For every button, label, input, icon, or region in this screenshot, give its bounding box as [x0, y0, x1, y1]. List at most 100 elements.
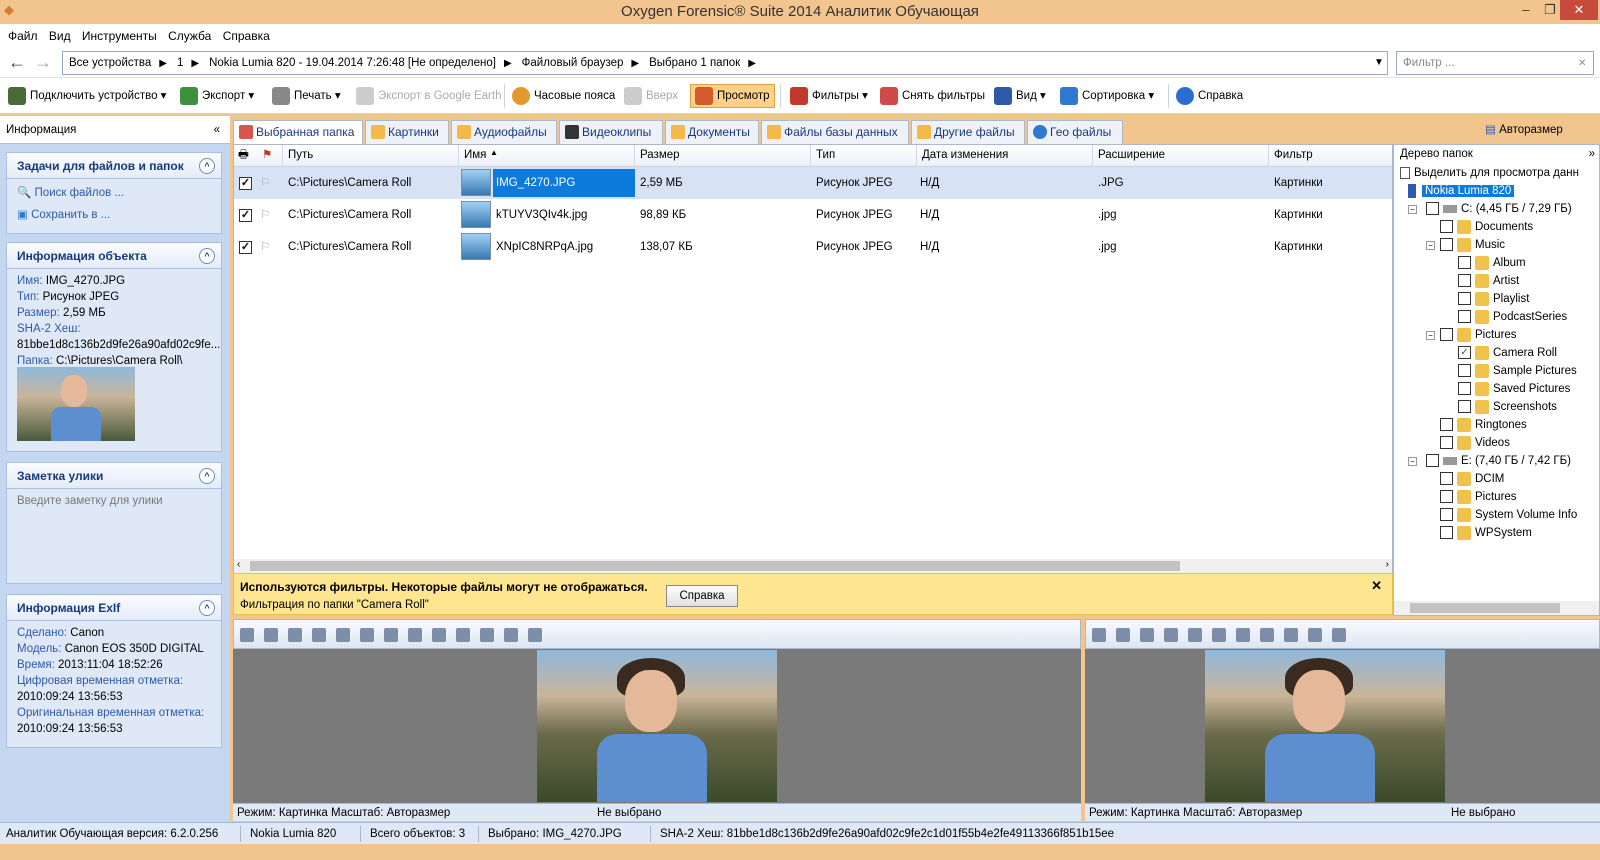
tree-checkbox[interactable]: [1458, 364, 1471, 378]
column-extension[interactable]: Расширение: [1098, 149, 1165, 161]
print-button[interactable]: Печать ▾: [272, 84, 341, 108]
flag-icon[interactable]: ⚐: [260, 207, 270, 221]
table-row[interactable]: ✓ ⚐ C:\Pictures\Camera Roll kTUYV3QIv4k.…: [234, 199, 1392, 231]
tree-node-device[interactable]: Nokia Lumia 820: [1408, 183, 1515, 200]
column-name[interactable]: Имя: [464, 149, 486, 161]
collapse-icon[interactable]: ^: [199, 468, 215, 484]
tree-node-folder[interactable]: Ringtones: [1440, 417, 1527, 434]
filters-button[interactable]: Фильтры ▾: [790, 84, 868, 108]
resize-icon[interactable]: [1308, 628, 1322, 642]
shape-icon[interactable]: [1140, 628, 1154, 642]
collapse-icon[interactable]: −: [1408, 205, 1417, 214]
tree-checkbox[interactable]: [1440, 526, 1453, 540]
menu-file[interactable]: Файл: [8, 29, 38, 43]
save-icon[interactable]: [1212, 628, 1226, 642]
save-icon[interactable]: [384, 628, 398, 642]
tree-checkbox[interactable]: [1440, 238, 1453, 252]
tree-checkbox[interactable]: [1440, 328, 1453, 342]
tree-checkbox-checked[interactable]: ✓: [1458, 346, 1471, 360]
menu-tools[interactable]: Инструменты: [82, 29, 157, 43]
close-icon[interactable]: ✕: [1560, 0, 1598, 20]
collapse-icon[interactable]: −: [1426, 331, 1435, 340]
breadcrumb-device[interactable]: Nokia Lumia 820 - 19.04.2014 7:26:48 [Не…: [209, 57, 496, 69]
tree-checkbox[interactable]: [1440, 220, 1453, 234]
row-checkbox[interactable]: ✓: [239, 241, 252, 254]
view-button[interactable]: Вид ▾: [994, 84, 1046, 108]
collapse-icon[interactable]: ^: [199, 248, 215, 264]
tree-node-folder-selected[interactable]: ✓ Camera Roll: [1458, 345, 1557, 362]
tree-node-drive-e[interactable]: − E: (7,40 ГБ / 7,42 ГБ): [1408, 453, 1571, 470]
breadcrumb-1[interactable]: 1: [177, 57, 183, 69]
connect-device-button[interactable]: Подключить устройство ▾: [8, 84, 166, 108]
row-checkbox[interactable]: ✓: [239, 209, 252, 222]
tree-checkbox[interactable]: [1440, 436, 1453, 450]
column-size[interactable]: Размер: [640, 149, 680, 161]
copy-icon[interactable]: [360, 628, 374, 642]
tree-node-folder[interactable]: Saved Pictures: [1458, 381, 1570, 398]
tree-checkbox[interactable]: [1426, 202, 1439, 216]
object-info-header[interactable]: Информация объекта ^: [7, 243, 221, 269]
tree-node-folder[interactable]: − Pictures: [1426, 327, 1517, 344]
column-type[interactable]: Тип: [816, 149, 835, 161]
tree-checkbox[interactable]: [1426, 454, 1439, 468]
grid-icon[interactable]: [264, 628, 278, 642]
search-files-link[interactable]: 🔍 Поиск файлов ...: [7, 185, 221, 201]
breadcrumb-all-devices[interactable]: Все устройства: [69, 57, 151, 69]
tree-checkbox[interactable]: [1458, 292, 1471, 306]
crop-icon[interactable]: [1260, 628, 1274, 642]
magic-icon[interactable]: [288, 628, 302, 642]
tree-checkbox[interactable]: [1458, 256, 1471, 270]
back-icon[interactable]: ←: [8, 52, 26, 73]
dropdown-icon[interactable]: ▼: [1374, 57, 1384, 68]
delete-icon[interactable]: [504, 628, 518, 642]
timezones-button[interactable]: Часовые пояса: [512, 84, 615, 108]
evidence-note-input[interactable]: Введите заметку для улики: [7, 493, 221, 509]
tree-checkbox[interactable]: [1458, 274, 1471, 288]
sort-button[interactable]: Сортировка ▾: [1060, 84, 1154, 108]
tree-checkbox[interactable]: [1440, 472, 1453, 486]
column-path[interactable]: Путь: [288, 149, 313, 161]
tree-node-folder[interactable]: DCIM: [1440, 471, 1504, 488]
tab-selected-folder[interactable]: Выбранная папка: [233, 120, 363, 144]
export-button[interactable]: Экспорт ▾: [180, 84, 254, 108]
tree-node-folder[interactable]: Screenshots: [1458, 399, 1557, 416]
breadcrumb[interactable]: Все устройства ▶ 1 ▶ Nokia Lumia 820 - 19.…: [62, 51, 1388, 75]
tab-pictures[interactable]: Картинки: [365, 120, 449, 144]
column-filter[interactable]: Фильтр: [1274, 149, 1313, 161]
tree-node-folder[interactable]: Album: [1458, 255, 1526, 272]
tree-node-folder[interactable]: Playlist: [1458, 291, 1529, 308]
tree-checkbox[interactable]: [1458, 400, 1471, 414]
copy-icon[interactable]: [1188, 628, 1202, 642]
menu-help[interactable]: Справка: [223, 29, 270, 43]
breadcrumb-file-browser[interactable]: Файловый браузер: [522, 57, 624, 69]
collapse-left-icon[interactable]: «: [214, 116, 220, 144]
tasks-header[interactable]: Задачи для файлов и папок ^: [7, 153, 221, 179]
tree-node-folder[interactable]: Artist: [1458, 273, 1519, 290]
tab-geo-files[interactable]: Гео файлы: [1027, 120, 1123, 144]
up-button[interactable]: Вверх: [624, 84, 678, 108]
tree-checkbox[interactable]: [1440, 508, 1453, 522]
tab-other-files[interactable]: Другие файлы: [911, 120, 1025, 144]
shape-icon[interactable]: [312, 628, 326, 642]
flag-icon[interactable]: ⚐: [260, 175, 270, 189]
column-modified[interactable]: Дата изменения: [922, 149, 1008, 161]
collapse-icon[interactable]: −: [1408, 457, 1417, 466]
collapse-icon[interactable]: −: [1426, 241, 1435, 250]
camera-icon[interactable]: [1164, 628, 1178, 642]
collapse-icon[interactable]: ^: [199, 158, 215, 174]
tree-node-folder[interactable]: Videos: [1440, 435, 1510, 452]
tree-node-folder[interactable]: Documents: [1440, 219, 1533, 236]
tree-node-drive-c[interactable]: − C: (4,45 ГБ / 7,29 ГБ): [1408, 201, 1572, 218]
help-button[interactable]: Справка: [1176, 84, 1243, 108]
notice-help-button[interactable]: Справка: [666, 585, 738, 607]
camera-icon[interactable]: [336, 628, 350, 642]
tab-audio[interactable]: Аудиофайлы: [451, 120, 557, 144]
select-to-view-option[interactable]: Выделить для просмотра данн: [1400, 165, 1579, 182]
scrollbar-thumb[interactable]: [250, 561, 1180, 571]
tree-checkbox[interactable]: [1440, 418, 1453, 432]
menu-service[interactable]: Служба: [168, 29, 211, 43]
tab-documents[interactable]: Документы: [665, 120, 759, 144]
tree-scrollbar[interactable]: [1394, 601, 1599, 615]
tree-checkbox[interactable]: [1458, 310, 1471, 324]
tree-node-folder[interactable]: System Volume Info: [1440, 507, 1577, 524]
